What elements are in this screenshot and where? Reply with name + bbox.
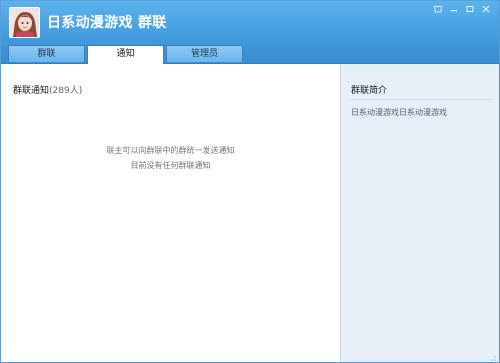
intro-description: 日系动漫游戏日系动漫游戏 (351, 108, 447, 117)
resize-grip-icon[interactable] (487, 350, 497, 361)
group-alliance-window: 日系动漫游戏 群联 群联 通知 管理员 群联通知(289人) 联主可以向群联中的… (0, 0, 500, 363)
avatar-image (10, 8, 39, 37)
title-bar[interactable]: 日系动漫游戏 群联 (1, 1, 499, 45)
maximize-icon[interactable] (463, 4, 477, 14)
tab-admins[interactable]: 管理员 (166, 45, 243, 62)
notifications-heading: 群联通知(289人) (13, 83, 82, 96)
tab-notifications[interactable]: 通知 (87, 45, 164, 64)
skin-icon[interactable] (431, 4, 445, 14)
close-icon[interactable] (479, 4, 493, 14)
group-avatar[interactable] (9, 7, 40, 38)
tab-group-alliance[interactable]: 群联 (8, 45, 85, 62)
empty-message: 目前没有任何群联通知 (130, 161, 211, 170)
member-count: (289人) (49, 86, 83, 96)
tab-bar: 群联 通知 管理员 (1, 45, 499, 64)
notifications-panel: 群联通知(289人) 联主可以向群联中的群统一发送通知 目前没有任何群联通知 (1, 64, 340, 362)
window-title: 日系动漫游戏 群联 (47, 15, 167, 31)
empty-hint: 联主可以向群联中的群统一发送通知 (106, 146, 235, 155)
notifications-title: 群联通知 (13, 86, 50, 96)
intro-divider (351, 99, 491, 100)
window-controls (431, 4, 493, 14)
intro-title: 群联简介 (351, 86, 388, 96)
minimize-icon[interactable] (447, 4, 461, 14)
intro-sidebar: 群联简介 日系动漫游戏日系动漫游戏 (340, 64, 499, 362)
